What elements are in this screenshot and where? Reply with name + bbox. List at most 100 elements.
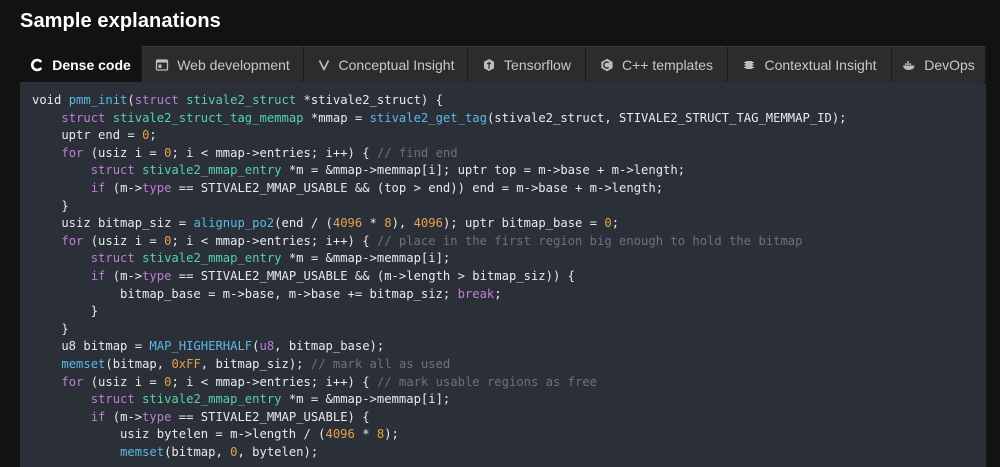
tab-label: Tensorflow <box>504 56 571 73</box>
docker-icon <box>902 58 916 72</box>
code-token: } <box>32 198 69 213</box>
code-token: * <box>354 427 377 442</box>
code-line: struct stivale2_struct_tag_memmap *mmap … <box>32 110 846 128</box>
code-token: u8 bitmap = <box>32 339 150 354</box>
cpp-logo-icon <box>600 58 614 72</box>
code-line: bitmap_base = m->base, m->base += bitmap… <box>32 286 847 304</box>
code-token: ); <box>384 427 399 442</box>
code-token: , bitmap_siz); <box>200 356 311 371</box>
tab-tensorflow[interactable]: Tensorflow <box>468 46 586 82</box>
code-token: (usiz i = <box>83 145 165 160</box>
code-token: 0xFF <box>171 356 201 371</box>
code-line: } <box>32 303 847 321</box>
code-token: (end / ( <box>274 216 333 231</box>
code-token: stivale2_mmap_entry <box>142 163 282 178</box>
tab-label: Conceptual Insight <box>338 56 455 73</box>
code-token: ; <box>149 128 157 143</box>
code-token: ; i < mmap->entries; i++) { <box>171 145 377 160</box>
code-token: *stivale2_struct) { <box>296 93 443 107</box>
code-token: * <box>362 216 385 231</box>
code-token: *m = &mmap->memmap[i]; <box>281 251 451 266</box>
code-token: uptr end = <box>32 128 143 143</box>
section-heading: Sample explanations <box>20 10 221 32</box>
code-line: void pmm_init(struct stivale2_struct *st… <box>32 92 847 110</box>
code-token: // place in the first region big enough … <box>376 233 803 248</box>
code-token: , bitmap_base); <box>274 339 385 354</box>
tab-label: DevOps <box>924 56 975 73</box>
tab-conceptual-insight[interactable]: Conceptual Insight <box>304 46 468 82</box>
code-token: if <box>90 268 106 283</box>
code-token: usiz bytelen = m->length / ( <box>32 427 326 442</box>
code-line: if (m->type == STIVALE2_MMAP_USABLE && (… <box>32 180 847 198</box>
tensorflow-icon <box>482 58 496 72</box>
code-token: struct <box>134 93 187 107</box>
code-token: u8 <box>259 339 275 354</box>
code-token: 0 <box>604 216 612 231</box>
code-token: (usiz i = <box>83 233 165 248</box>
code-token: 4096 <box>325 427 355 442</box>
tab-label: C++ templates <box>621 56 714 73</box>
code-token: 8 <box>384 216 392 231</box>
code-token: *m = &mmap->memmap[i]; <box>281 392 451 407</box>
code-block: void pmm_init(struct stivale2_struct *st… <box>32 92 847 461</box>
code-line: if (m->type == STIVALE2_MMAP_USABLE) { <box>32 409 847 427</box>
code-line: usiz bytelen = m->length / (4096 * 8); <box>32 426 847 444</box>
code-line: if (m->type == STIVALE2_MMAP_USABLE && (… <box>32 268 847 286</box>
code-token: 4096 <box>332 216 363 231</box>
code-token: // mark all as used <box>310 356 451 371</box>
code-token: for <box>61 374 84 389</box>
code-token: (m-> <box>105 268 143 283</box>
code-token: ; i < mmap->entries; i++) { <box>171 233 377 248</box>
code-token: (usiz i = <box>83 374 165 389</box>
code-token: if <box>90 180 106 195</box>
tab-web-development[interactable]: Web development <box>142 46 304 82</box>
code-token: stivale2_get_tag <box>369 110 487 125</box>
code-token: void <box>32 93 69 107</box>
code-line: } <box>32 321 847 339</box>
code-token: (bitmap, <box>105 356 172 371</box>
tab-devops[interactable]: DevOps <box>892 46 986 82</box>
tab-dense-code[interactable]: Dense code <box>20 46 142 82</box>
c-logo-icon <box>30 58 44 72</box>
code-token: type <box>142 268 172 283</box>
code-token: memset <box>120 444 165 459</box>
code-line: uptr end = 0; <box>32 127 847 145</box>
tab-contextual-insight[interactable]: Contextual Insight <box>728 46 892 82</box>
code-token: for <box>61 145 84 160</box>
code-token: == STIVALE2_MMAP_USABLE && (m->length > … <box>171 268 575 283</box>
chip-icon <box>742 58 756 72</box>
code-token: struct <box>61 110 113 125</box>
code-token: ( <box>127 93 135 107</box>
code-token: for <box>61 233 84 248</box>
code-line: } <box>32 198 847 216</box>
code-token: MAP_HIGHERHALF <box>149 339 253 354</box>
code-token: ; <box>494 286 502 301</box>
code-line: for (usiz i = 0; i < mmap->entries; i++)… <box>32 233 847 251</box>
code-token: stivale2_struct <box>186 93 297 107</box>
code-token: alignup_po2 <box>193 216 275 231</box>
code-token: (m-> <box>105 409 143 424</box>
code-token: type <box>142 180 172 195</box>
tab-bar: Dense code Web development Conceptual In… <box>20 46 986 82</box>
code-token: } <box>32 304 99 319</box>
code-line: usiz bitmap_siz = alignup_po2(end / (409… <box>32 215 847 233</box>
code-token: // find end <box>376 145 458 160</box>
code-line: for (usiz i = 0; i < mmap->entries; i++)… <box>32 145 847 163</box>
tab-cpp-templates[interactable]: C++ templates <box>586 46 728 82</box>
code-token: , bytelen); <box>237 444 319 459</box>
code-token: *mmap = <box>303 110 370 125</box>
code-token: pmm_init <box>68 93 128 107</box>
code-line: struct stivale2_mmap_entry *m = &mmap->m… <box>32 250 847 268</box>
code-token: // mark usable regions as free <box>376 374 598 389</box>
tab-label: Dense code <box>52 56 131 73</box>
code-token: } <box>32 321 69 336</box>
